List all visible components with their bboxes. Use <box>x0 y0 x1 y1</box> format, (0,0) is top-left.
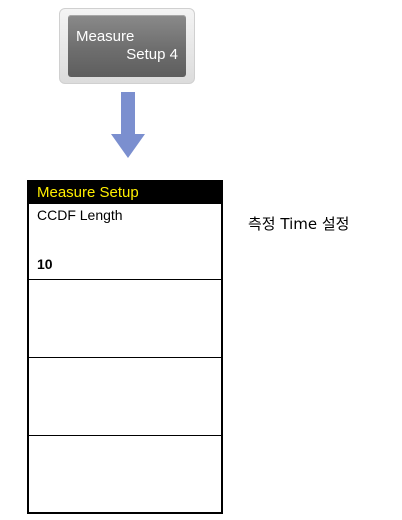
annotation-text: 측정 Time 설정 <box>248 215 350 233</box>
hard-key-bezel: Measure Setup 4 <box>59 8 195 84</box>
softkey-label: CCDF Length <box>37 207 123 223</box>
measure-setup-hard-key[interactable]: Measure Setup 4 <box>68 15 186 77</box>
softkey-value: 10 <box>37 256 53 272</box>
hard-key-label-line2: Setup 4 <box>126 46 178 63</box>
softkey-menu: Measure Setup CCDF Length 10 <box>27 180 223 514</box>
softkey-ccdf-length[interactable]: CCDF Length 10 <box>29 204 221 280</box>
softkey-2[interactable] <box>29 280 221 358</box>
softkey-menu-title: Measure Setup <box>29 182 221 204</box>
hard-key-label-line1: Measure <box>76 28 135 45</box>
softkey-4[interactable] <box>29 436 221 512</box>
softkey-3[interactable] <box>29 358 221 436</box>
down-arrow-icon <box>111 92 145 158</box>
